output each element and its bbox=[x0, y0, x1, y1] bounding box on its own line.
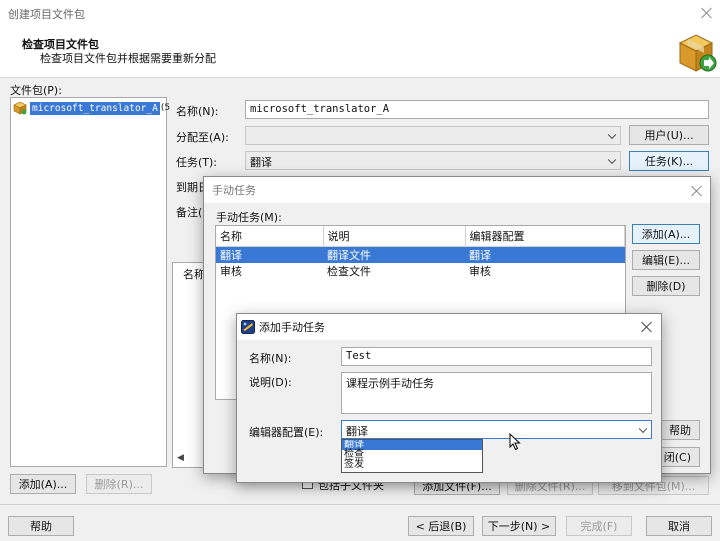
manual-task-close-label: 闭(C) bbox=[663, 451, 691, 464]
manual-task-help-label: 帮助 bbox=[669, 424, 691, 437]
manual-task-edit-button[interactable]: 编辑(E)... bbox=[632, 250, 700, 270]
window-titlebar: 创建项目文件包 bbox=[0, 0, 720, 28]
packages-label: 文件包(P): bbox=[10, 84, 62, 97]
package-icon bbox=[13, 101, 27, 115]
manual-tasks-close-icon[interactable] bbox=[691, 185, 703, 197]
chevron-down-icon bbox=[638, 424, 648, 433]
add-package-button[interactable]: 添加(A)... bbox=[10, 474, 76, 494]
add-task-close-icon[interactable] bbox=[641, 321, 653, 333]
task-value: 翻译 bbox=[250, 156, 272, 169]
app-icon bbox=[241, 320, 255, 334]
manual-tasks-list-label: 手动任务(M): bbox=[216, 211, 282, 224]
table-row[interactable]: 审核 检查文件 审核 bbox=[216, 263, 625, 279]
scroll-left-icon[interactable]: ◀ bbox=[177, 453, 184, 463]
table-header: 名称 说明 编辑器配置 bbox=[216, 226, 625, 247]
add-task-name-input[interactable]: Test bbox=[341, 347, 652, 366]
add-task-config-label: 编辑器配置(E): bbox=[249, 426, 324, 439]
files-name-column: 名称 bbox=[183, 268, 205, 281]
add-task-desc-value: 课程示例手动任务 bbox=[346, 377, 434, 390]
footer-divider bbox=[0, 504, 720, 505]
finish-button[interactable]: 完成(F) bbox=[566, 516, 632, 536]
next-button[interactable]: 下一步(N) > bbox=[482, 516, 556, 536]
help-button[interactable]: 帮助 bbox=[8, 516, 74, 536]
chevron-down-icon bbox=[607, 155, 617, 164]
table-row[interactable]: 翻译 翻译文件 翻译 bbox=[216, 246, 625, 263]
add-task-desc-label: 说明(D): bbox=[249, 376, 292, 389]
package-item-suffix: (5 bbox=[160, 103, 171, 113]
column-header-name[interactable]: 名称 bbox=[216, 226, 324, 247]
notes-label: 备注( bbox=[176, 206, 203, 219]
column-header-desc[interactable]: 说明 bbox=[323, 226, 466, 247]
back-button[interactable]: < 后退(B) bbox=[408, 516, 474, 536]
cell-name: 审核 bbox=[220, 265, 242, 278]
package-name-input[interactable]: microsoft_translator_A bbox=[245, 100, 709, 119]
cell-config: 翻译 bbox=[465, 246, 625, 263]
manual-tasks-titlebar: 手动任务 bbox=[204, 177, 710, 203]
cancel-button[interactable]: 取消 bbox=[646, 516, 712, 536]
cell-desc: 翻译文件 bbox=[323, 246, 465, 263]
add-task-config-value: 翻译 bbox=[346, 425, 368, 438]
mouse-cursor-icon bbox=[509, 433, 521, 451]
cell-config: 审核 bbox=[469, 265, 491, 278]
task-select[interactable]: 翻译 bbox=[245, 151, 621, 170]
window-close-icon[interactable] bbox=[701, 7, 713, 19]
packages-tree[interactable]: microsoft_translator_A (5 bbox=[10, 97, 170, 467]
assign-label: 分配至(A): bbox=[176, 131, 229, 144]
assign-to-select[interactable] bbox=[245, 126, 621, 145]
cell-name: 翻译 bbox=[216, 246, 323, 263]
cell-desc: 检查文件 bbox=[327, 265, 371, 278]
column-header-config[interactable]: 编辑器配置 bbox=[465, 226, 625, 247]
chevron-down-icon bbox=[607, 130, 617, 139]
add-task-dialog: 添加手动任务 名称(N): Test 说明(D): 课程示例手动任务 编辑器配置… bbox=[236, 313, 662, 483]
package-box-icon bbox=[678, 34, 717, 72]
users-button[interactable]: 用户(U)... bbox=[629, 125, 709, 145]
manual-tasks-title: 手动任务 bbox=[212, 184, 256, 197]
add-task-titlebar: 添加手动任务 bbox=[237, 314, 661, 340]
window-title: 创建项目文件包 bbox=[8, 8, 85, 21]
add-task-title: 添加手动任务 bbox=[259, 321, 325, 334]
name-label: 名称(N): bbox=[176, 105, 219, 118]
config-dropdown-list: 翻译 检查 签发 bbox=[341, 439, 483, 473]
package-item-name: microsoft_translator_A bbox=[30, 101, 160, 115]
task-label: 任务(T): bbox=[176, 156, 218, 169]
add-task-name-label: 名称(N): bbox=[249, 352, 292, 365]
config-option[interactable]: 签发 bbox=[342, 460, 482, 470]
add-task-desc-textarea[interactable]: 课程示例手动任务 bbox=[341, 372, 652, 414]
manual-task-delete-button[interactable]: 删除(D) bbox=[632, 276, 700, 296]
manual-task-add-button[interactable]: 添加(A)... bbox=[632, 224, 700, 244]
tasks-button[interactable]: 任务(K)... bbox=[629, 151, 709, 171]
package-item[interactable]: microsoft_translator_A (5 bbox=[13, 100, 170, 116]
add-task-config-select[interactable]: 翻译 bbox=[341, 420, 652, 439]
wizard-header: 检查项目文件包 检查项目文件包并根据需要重新分配 bbox=[0, 28, 720, 78]
delete-package-button[interactable]: 删除(R)... bbox=[86, 474, 152, 494]
header-subtitle: 检查项目文件包并根据需要重新分配 bbox=[40, 52, 216, 65]
